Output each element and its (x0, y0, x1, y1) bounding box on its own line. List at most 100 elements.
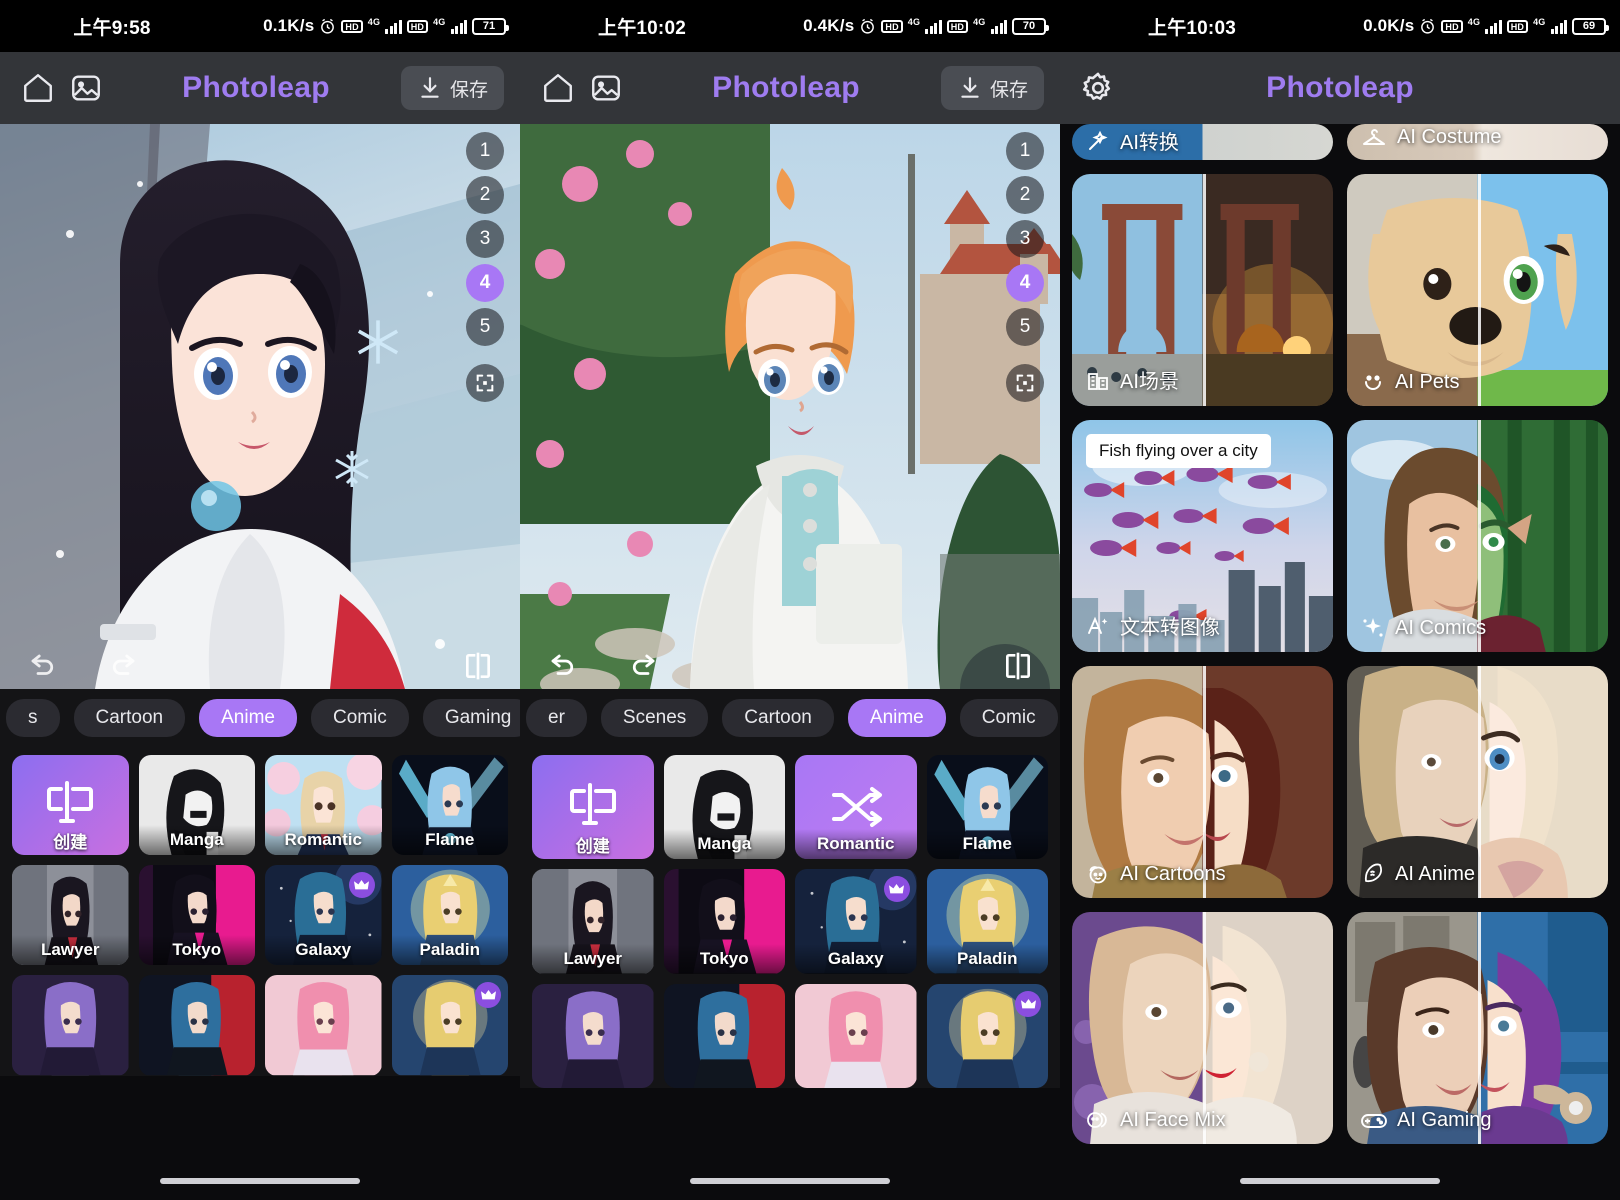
style-grid-2[interactable]: 创建 Manga Romantic Flame Lawyer Tokyo Gal… (520, 747, 1060, 1089)
pro-badge (1015, 990, 1041, 1017)
card-ai-comics[interactable]: AI Comics (1347, 420, 1608, 652)
card-ai-anime[interactable]: AI Anime (1347, 666, 1608, 898)
undo-icon[interactable] (546, 651, 580, 681)
feature-card-list[interactable]: AI转换 AI Costume AI场景 AI Pets Fish flying… (1060, 124, 1620, 1200)
tile-galaxy[interactable]: Galaxy (795, 869, 917, 974)
card-ai-pets[interactable]: AI Pets (1347, 174, 1608, 406)
category-chips-2[interactable]: er Scenes Cartoon Anime Comic Gaming (520, 689, 1060, 747)
chip-cartoon[interactable]: Cartoon (722, 699, 834, 737)
tile-paladin[interactable]: Paladin (391, 865, 508, 966)
network-type-1: 4G (907, 17, 921, 27)
tile-row3-c[interactable] (795, 983, 917, 1089)
tile-flame[interactable]: Flame (926, 755, 1048, 860)
fullscreen-icon[interactable] (1006, 364, 1044, 402)
battery-icon: 71 (472, 17, 509, 35)
style-grid-1[interactable]: 创建 Manga Romantic Flame Lawyer Tokyo Gal… (0, 747, 520, 1076)
tile-romantic[interactable]: Romantic (265, 755, 382, 856)
app-bar-3: Photoleap (1060, 52, 1620, 124)
network-speed: 0.4K/s (803, 16, 855, 35)
card-ai-scenes[interactable]: AI场景 (1072, 174, 1333, 406)
tile-tokyo[interactable]: Tokyo (663, 869, 785, 974)
category-chips-1[interactable]: s Cartoon Anime Comic Gaming Facem (0, 689, 520, 747)
step-2[interactable]: 2 (1006, 176, 1044, 214)
home-indicator-2 (690, 1178, 890, 1184)
tile-galaxy[interactable]: Galaxy (265, 865, 382, 966)
before-after-divider (1202, 174, 1206, 406)
gallery-icon[interactable] (582, 64, 630, 112)
card-text-to-image[interactable]: Fish flying over a city 文本转图像 (1072, 420, 1333, 652)
phone-panel-1: 上午9:58 0.1K/s HD 4G HD 4G 71 Photoleap 保… (0, 0, 520, 1200)
fullscreen-icon[interactable] (466, 364, 504, 402)
tile-create[interactable]: 创建 (532, 755, 654, 860)
tile-paladin[interactable]: Paladin (926, 869, 1048, 974)
tile-row3-b[interactable] (663, 983, 785, 1089)
chip-0[interactable]: er (526, 699, 587, 737)
tile-row3-d[interactable] (926, 983, 1048, 1089)
signal-icon-1 (1485, 18, 1502, 34)
card-label: AI Pets (1395, 370, 1460, 393)
tile-create[interactable]: 创建 (12, 755, 129, 856)
tile-romantic-selected[interactable]: Romantic (795, 755, 917, 860)
step-4[interactable]: 4 (1006, 264, 1044, 302)
step-1[interactable]: 1 (1006, 132, 1044, 170)
save-label: 保存 (449, 79, 488, 101)
status-bar-1: 上午9:58 0.1K/s HD 4G HD 4G 71 (0, 0, 520, 52)
home-icon[interactable] (14, 64, 62, 112)
redo-icon[interactable] (626, 651, 660, 681)
gallery-icon[interactable] (62, 64, 110, 112)
tile-label: Romantic (795, 829, 917, 860)
step-2[interactable]: 2 (466, 176, 504, 214)
chip-scenes[interactable]: Scenes (600, 699, 709, 737)
step-5[interactable]: 5 (1006, 308, 1044, 346)
preview-canvas-1[interactable]: 1 2 3 4 5 (0, 124, 520, 689)
pet-face-icon (1361, 370, 1385, 394)
tile-lawyer[interactable]: Lawyer (12, 865, 129, 966)
save-button[interactable]: 保存 (400, 66, 504, 110)
tile-row3-a[interactable] (12, 975, 129, 1076)
card-ai-cartoons[interactable]: AI Cartoons (1072, 666, 1333, 898)
step-indicator-1[interactable]: 1 2 3 4 5 (466, 132, 504, 402)
compare-icon[interactable] (462, 650, 494, 682)
chip-0[interactable]: s (6, 699, 60, 737)
chip-anime[interactable]: Anime (847, 699, 946, 737)
chip-comic[interactable]: Comic (959, 699, 1058, 737)
card-ai-face-mix[interactable]: AI Face Mix (1072, 912, 1333, 1144)
tile-row3-c[interactable] (265, 975, 382, 1076)
tile-row3-a[interactable] (532, 983, 654, 1089)
home-indicator-1 (160, 1178, 360, 1184)
step-1[interactable]: 1 (466, 132, 504, 170)
compare-icon[interactable] (1002, 650, 1034, 682)
building-icon (1086, 368, 1110, 392)
chip-cartoon[interactable]: Cartoon (73, 699, 186, 737)
tile-flame[interactable]: Flame (391, 755, 508, 856)
step-5[interactable]: 5 (466, 308, 504, 346)
step-4[interactable]: 4 (466, 264, 504, 302)
card-ai-transform[interactable]: AI转换 (1072, 124, 1333, 160)
signal-icon-1 (925, 18, 942, 34)
tile-label: Tokyo (138, 935, 255, 966)
tile-tokyo[interactable]: Tokyo (138, 865, 255, 966)
card-label: 文本转图像 (1120, 617, 1220, 639)
chip-anime[interactable]: Anime (199, 699, 297, 737)
step-indicator-2[interactable]: 1 2 3 4 5 (1006, 132, 1044, 402)
redo-icon[interactable] (106, 651, 140, 681)
step-3[interactable]: 3 (466, 220, 504, 258)
undo-icon[interactable] (26, 651, 60, 681)
step-3[interactable]: 3 (1006, 220, 1044, 258)
save-button[interactable]: 保存 (940, 66, 1044, 110)
tile-row3-d[interactable] (391, 975, 508, 1076)
screenshot-root: 上午9:58 0.1K/s HD 4G HD 4G 71 Photoleap 保… (0, 0, 1620, 1200)
card-ai-costume[interactable]: AI Costume (1347, 124, 1608, 160)
tile-manga[interactable]: Manga (138, 755, 255, 856)
preview-canvas-2[interactable]: 1 2 3 4 5 (520, 124, 1060, 689)
chip-comic[interactable]: Comic (310, 699, 409, 737)
tile-manga[interactable]: Manga (663, 755, 785, 860)
tile-label: Paladin (391, 935, 508, 966)
hd-icon-2: HD (406, 19, 429, 33)
gear-icon[interactable] (1074, 64, 1122, 112)
tile-lawyer[interactable]: Lawyer (532, 869, 654, 974)
tile-row3-b[interactable] (138, 975, 255, 1076)
chip-gaming[interactable]: Gaming (422, 699, 520, 737)
home-icon[interactable] (534, 64, 582, 112)
card-ai-gaming[interactable]: AI Gaming (1347, 912, 1608, 1144)
